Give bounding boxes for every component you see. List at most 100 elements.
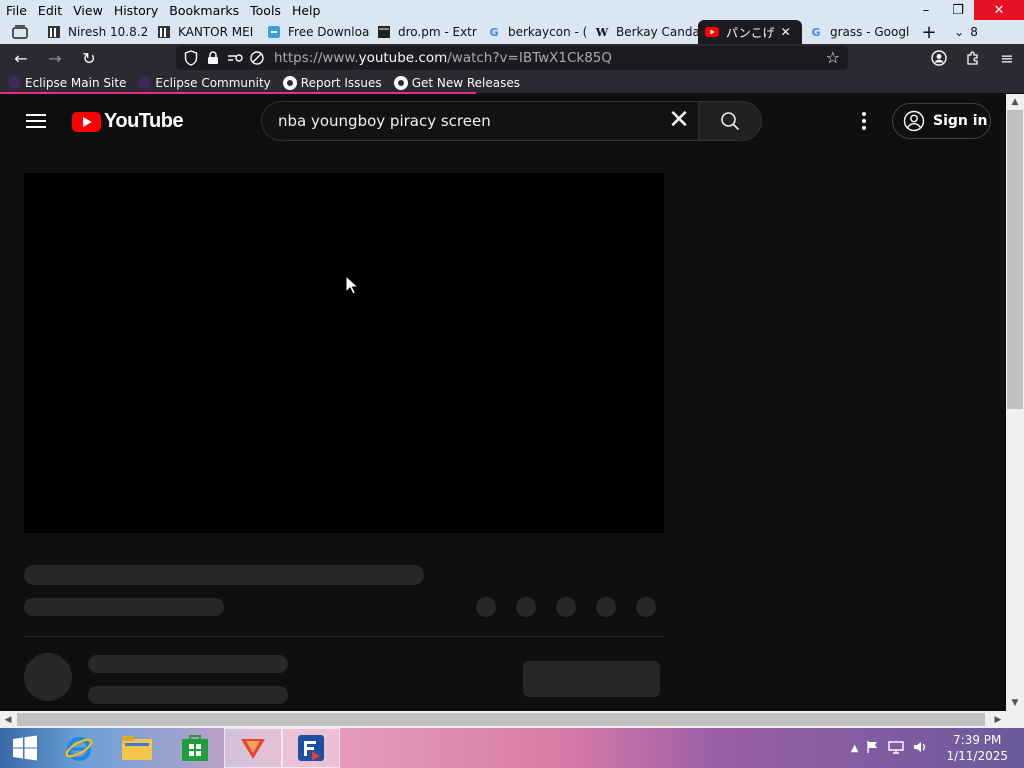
tab-title: grass - Googl — [830, 25, 910, 39]
system-tray: ▲ 7:39 PM 1/11/2025 — [851, 728, 1024, 768]
forward-button[interactable]: → — [38, 44, 72, 72]
account-button[interactable] — [922, 44, 956, 72]
mouse-cursor-icon — [345, 275, 359, 295]
youtube-icon — [704, 24, 720, 40]
youtube-play-icon — [72, 111, 101, 132]
show-hidden-icons-icon[interactable]: ▲ — [851, 743, 859, 754]
menu-file[interactable]: File — [0, 3, 32, 18]
sign-in-button[interactable]: Sign in — [892, 103, 991, 139]
menu-history[interactable]: History — [108, 3, 163, 18]
menu-tools[interactable]: Tools — [244, 3, 286, 18]
tab-free-download[interactable]: Free Downloa — [260, 20, 370, 44]
search-query-text: nba youngboy piracy screen — [278, 112, 491, 130]
archive-icon — [156, 24, 172, 40]
tab-kantor[interactable]: KANTOR MEI — [150, 20, 260, 44]
tab-grass[interactable]: G grass - Googl — [802, 20, 912, 44]
close-window-button[interactable]: ✕ — [974, 0, 1024, 20]
reload-button[interactable]: ↻ — [72, 44, 106, 72]
firefox-taskbar-button[interactable] — [224, 728, 282, 768]
search-button[interactable] — [699, 101, 762, 141]
clock-date: 1/11/2025 — [946, 749, 1008, 763]
hamburger-icon: ≡ — [1000, 48, 1014, 68]
scrollbar-corner — [1006, 711, 1024, 728]
tab-berkaycon[interactable]: G berkaycon - ( — [480, 20, 588, 44]
file-explorer-button[interactable] — [108, 728, 166, 768]
youtube-logo[interactable]: YouTube — [72, 110, 184, 133]
sign-in-label: Sign in — [933, 113, 988, 129]
github-icon — [282, 75, 297, 90]
url-bar[interactable]: https://www.youtube.com/watch?v=IBTwX1Ck… — [176, 46, 848, 70]
permissions-icon[interactable] — [224, 51, 246, 65]
scroll-right-icon[interactable]: ▶ — [990, 711, 1006, 728]
tab-youtube-active[interactable]: パンこげ ✕ — [698, 20, 802, 44]
bookmark-eclipse-community[interactable]: Eclipse Community — [138, 76, 271, 90]
menu-bar: File Edit View History Bookmarks Tools H… — [0, 0, 1024, 20]
tab-niresh[interactable]: Niresh 10.8.2 — [40, 20, 150, 44]
tab-dropm[interactable]: dro.pm - Extr — [370, 20, 480, 44]
vertical-scrollbar[interactable]: ▲ ▼ — [1006, 94, 1024, 711]
meta-skeleton — [24, 598, 224, 616]
scroll-down-icon[interactable]: ▼ — [1006, 695, 1024, 711]
action-skeleton — [556, 597, 576, 617]
internet-explorer-button[interactable] — [50, 728, 108, 768]
back-button[interactable]: ← — [4, 44, 38, 72]
app-menu-button[interactable]: ≡ — [990, 44, 1024, 72]
settings-more-button[interactable] — [862, 112, 866, 130]
volume-icon[interactable] — [912, 740, 928, 757]
reload-icon: ↻ — [82, 48, 96, 68]
network-icon[interactable] — [888, 740, 905, 757]
autoplay-blocked-icon[interactable] — [246, 50, 268, 66]
video-player[interactable] — [24, 173, 664, 533]
action-skeleton — [596, 597, 616, 617]
tab-title: Niresh 10.8.2 — [68, 25, 149, 39]
terminal-icon — [376, 24, 392, 40]
tab-overflow-button[interactable]: ⌄ 8 — [946, 20, 986, 44]
menu-view[interactable]: View — [67, 3, 108, 18]
file-explorer-icon — [122, 736, 152, 760]
menu-edit[interactable]: Edit — [32, 3, 67, 18]
github-icon — [393, 75, 408, 90]
scrollbar-thumb[interactable] — [1007, 110, 1023, 409]
eclipse-icon — [138, 76, 152, 89]
bookmark-label: Eclipse Main Site — [25, 75, 127, 90]
youtube-page: YouTube nba youngboy piracy screen ✕ Sig… — [0, 94, 1006, 711]
windows-logo-icon — [13, 735, 37, 761]
new-tab-button[interactable]: + — [912, 20, 946, 44]
google-icon: G — [811, 25, 821, 39]
action-center-flag-icon[interactable] — [866, 740, 880, 757]
search-input[interactable]: nba youngboy piracy screen ✕ — [261, 101, 699, 141]
minimize-button[interactable]: – — [910, 0, 942, 20]
clock-time: 7:39 PM — [953, 733, 1002, 747]
logo-text: YouTube — [104, 110, 184, 132]
scroll-up-icon[interactable]: ▲ — [1006, 94, 1024, 110]
bookmarks-toolbar: Eclipse Main Site Eclipse Community Repo… — [0, 72, 1024, 93]
windows-store-button[interactable] — [166, 728, 224, 768]
bookmark-label: Report Issues — [300, 75, 382, 90]
close-tab-icon[interactable]: ✕ — [781, 25, 791, 39]
account-circle-icon — [903, 110, 925, 132]
restore-button[interactable]: ❐ — [942, 0, 974, 20]
menu-help[interactable]: Help — [286, 3, 326, 18]
guide-menu-button[interactable] — [26, 114, 46, 128]
tab-count: 8 — [970, 25, 978, 39]
action-skeleton — [516, 597, 536, 617]
bookmark-star-icon[interactable]: ☆ — [826, 48, 840, 67]
windows-taskbar: ▲ 7:39 PM 1/11/2025 — [0, 728, 1024, 768]
tab-berkay-wiki[interactable]: W Berkay Canda — [588, 20, 698, 44]
scrollbar-thumb[interactable] — [17, 713, 985, 726]
title-skeleton — [24, 565, 424, 585]
tab-manager-button[interactable] — [0, 20, 40, 44]
filezilla-taskbar-button[interactable] — [282, 728, 340, 768]
scroll-left-icon[interactable]: ◀ — [0, 711, 16, 728]
extensions-button[interactable] — [956, 44, 990, 72]
bookmark-get-new-releases[interactable]: Get New Releases — [393, 75, 520, 90]
bookmark-eclipse-main[interactable]: Eclipse Main Site — [8, 76, 126, 90]
menu-bookmarks[interactable]: Bookmarks — [163, 3, 244, 18]
start-button[interactable] — [0, 728, 50, 768]
clear-search-icon[interactable]: ✕ — [666, 107, 692, 134]
bookmark-report-issues[interactable]: Report Issues — [282, 75, 382, 90]
tab-title: パンこげ — [726, 25, 775, 40]
horizontal-scrollbar[interactable]: ◀ ▶ — [0, 711, 1006, 728]
lock-icon — [202, 51, 224, 65]
taskbar-clock[interactable]: 7:39 PM 1/11/2025 — [946, 732, 1008, 764]
